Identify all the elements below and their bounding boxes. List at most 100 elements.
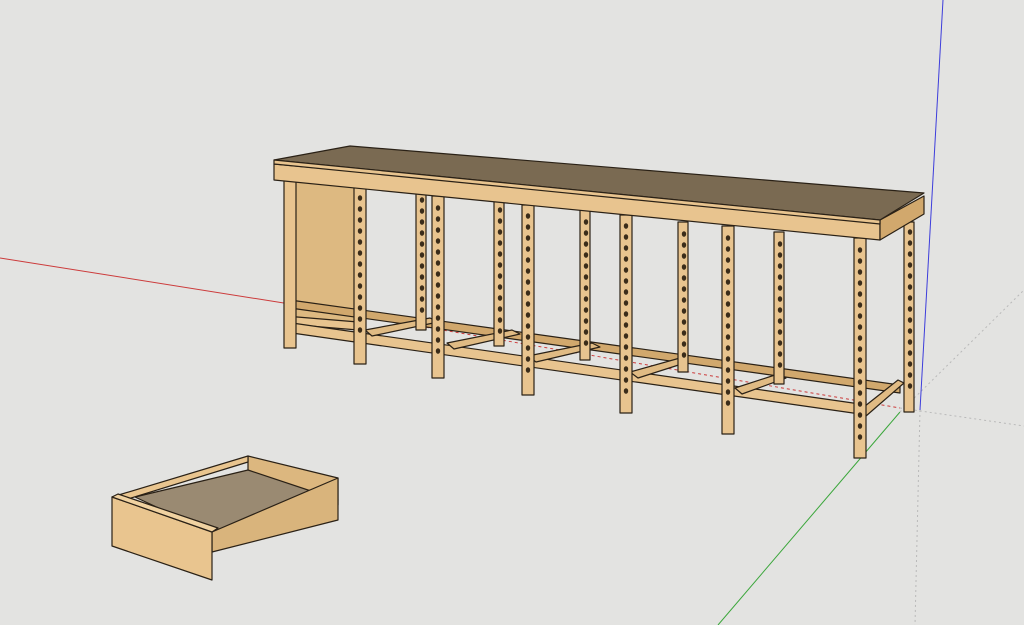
peg-hole — [435, 271, 441, 277]
peg-hole — [623, 377, 629, 383]
peg-hole — [525, 367, 531, 373]
peg-hole — [907, 339, 913, 345]
peg-hole — [419, 230, 425, 236]
peg-hole — [725, 246, 731, 252]
peg-hole — [725, 356, 731, 362]
peg-hole — [419, 241, 425, 247]
peg-hole — [857, 401, 863, 407]
peg-hole — [681, 352, 687, 358]
peg-hole — [681, 341, 687, 347]
peg-hole — [857, 368, 863, 374]
peg-hole — [357, 316, 363, 322]
peg-hole — [857, 346, 863, 352]
peg-hole — [623, 366, 629, 372]
peg-hole — [435, 282, 441, 288]
peg-hole — [857, 412, 863, 418]
peg-hole — [907, 350, 913, 356]
peg-hole — [857, 258, 863, 264]
peg-hole — [777, 329, 783, 335]
peg-hole — [525, 301, 531, 307]
peg-hole — [623, 223, 629, 229]
front-leg[interactable] — [521, 204, 535, 396]
peg-hole — [435, 227, 441, 233]
peg-hole — [907, 328, 913, 334]
rear-leg[interactable] — [903, 221, 915, 413]
peg-hole — [435, 337, 441, 343]
3d-scene[interactable] — [0, 0, 1024, 625]
workbench-model[interactable] — [273, 145, 925, 459]
peg-hole — [907, 240, 913, 246]
peg-hole — [725, 400, 731, 406]
peg-hole — [583, 274, 589, 280]
peg-hole — [907, 229, 913, 235]
peg-hole — [497, 229, 503, 235]
peg-hole — [857, 423, 863, 429]
peg-hole — [681, 308, 687, 314]
sketchup-viewport[interactable] — [0, 0, 1024, 625]
peg-hole — [857, 280, 863, 286]
peg-hole — [357, 228, 363, 234]
peg-hole — [681, 242, 687, 248]
peg-hole — [419, 197, 425, 203]
peg-hole — [725, 301, 731, 307]
peg-hole — [525, 213, 531, 219]
peg-hole — [623, 311, 629, 317]
peg-hole — [857, 247, 863, 253]
peg-hole — [435, 348, 441, 354]
peg-hole — [857, 291, 863, 297]
peg-hole — [497, 262, 503, 268]
peg-hole — [907, 317, 913, 323]
peg-hole — [419, 208, 425, 214]
peg-hole — [857, 357, 863, 363]
drawer-model[interactable] — [111, 455, 339, 581]
peg-hole — [725, 279, 731, 285]
peg-hole — [525, 246, 531, 252]
peg-hole — [583, 296, 589, 302]
peg-hole — [525, 312, 531, 318]
blue-axis-lower — [914, 409, 921, 625]
peg-hole — [857, 335, 863, 341]
peg-hole — [681, 275, 687, 281]
peg-hole — [419, 296, 425, 302]
peg-hole — [525, 235, 531, 241]
peg-hole — [725, 389, 731, 395]
peg-hole — [777, 296, 783, 302]
peg-hole — [583, 252, 589, 258]
peg-hole — [857, 302, 863, 308]
peg-hole — [623, 245, 629, 251]
peg-hole — [497, 218, 503, 224]
peg-hole — [497, 328, 503, 334]
peg-hole — [497, 207, 503, 213]
peg-hole — [777, 252, 783, 258]
peg-hole — [357, 283, 363, 289]
peg-hole — [623, 388, 629, 394]
green-axis-far — [899, 289, 1024, 413]
peg-hole — [777, 318, 783, 324]
peg-hole — [435, 216, 441, 222]
peg-hole — [419, 307, 425, 313]
peg-hole — [623, 267, 629, 273]
peg-hole — [907, 251, 913, 257]
peg-hole — [497, 295, 503, 301]
peg-hole — [725, 323, 731, 329]
peg-hole — [681, 297, 687, 303]
peg-hole — [435, 260, 441, 266]
peg-hole — [435, 315, 441, 321]
peg-hole — [357, 327, 363, 333]
peg-hole — [357, 272, 363, 278]
peg-hole — [357, 261, 363, 267]
peg-hole — [907, 306, 913, 312]
peg-hole — [907, 284, 913, 290]
peg-hole — [435, 249, 441, 255]
peg-hole — [681, 330, 687, 336]
peg-hole — [419, 274, 425, 280]
peg-hole — [725, 378, 731, 384]
peg-hole — [777, 274, 783, 280]
peg-hole — [435, 205, 441, 211]
peg-hole — [525, 224, 531, 230]
peg-hole — [725, 235, 731, 241]
peg-hole — [623, 289, 629, 295]
peg-hole — [525, 279, 531, 285]
front-leg[interactable] — [283, 177, 297, 349]
peg-hole — [525, 257, 531, 263]
